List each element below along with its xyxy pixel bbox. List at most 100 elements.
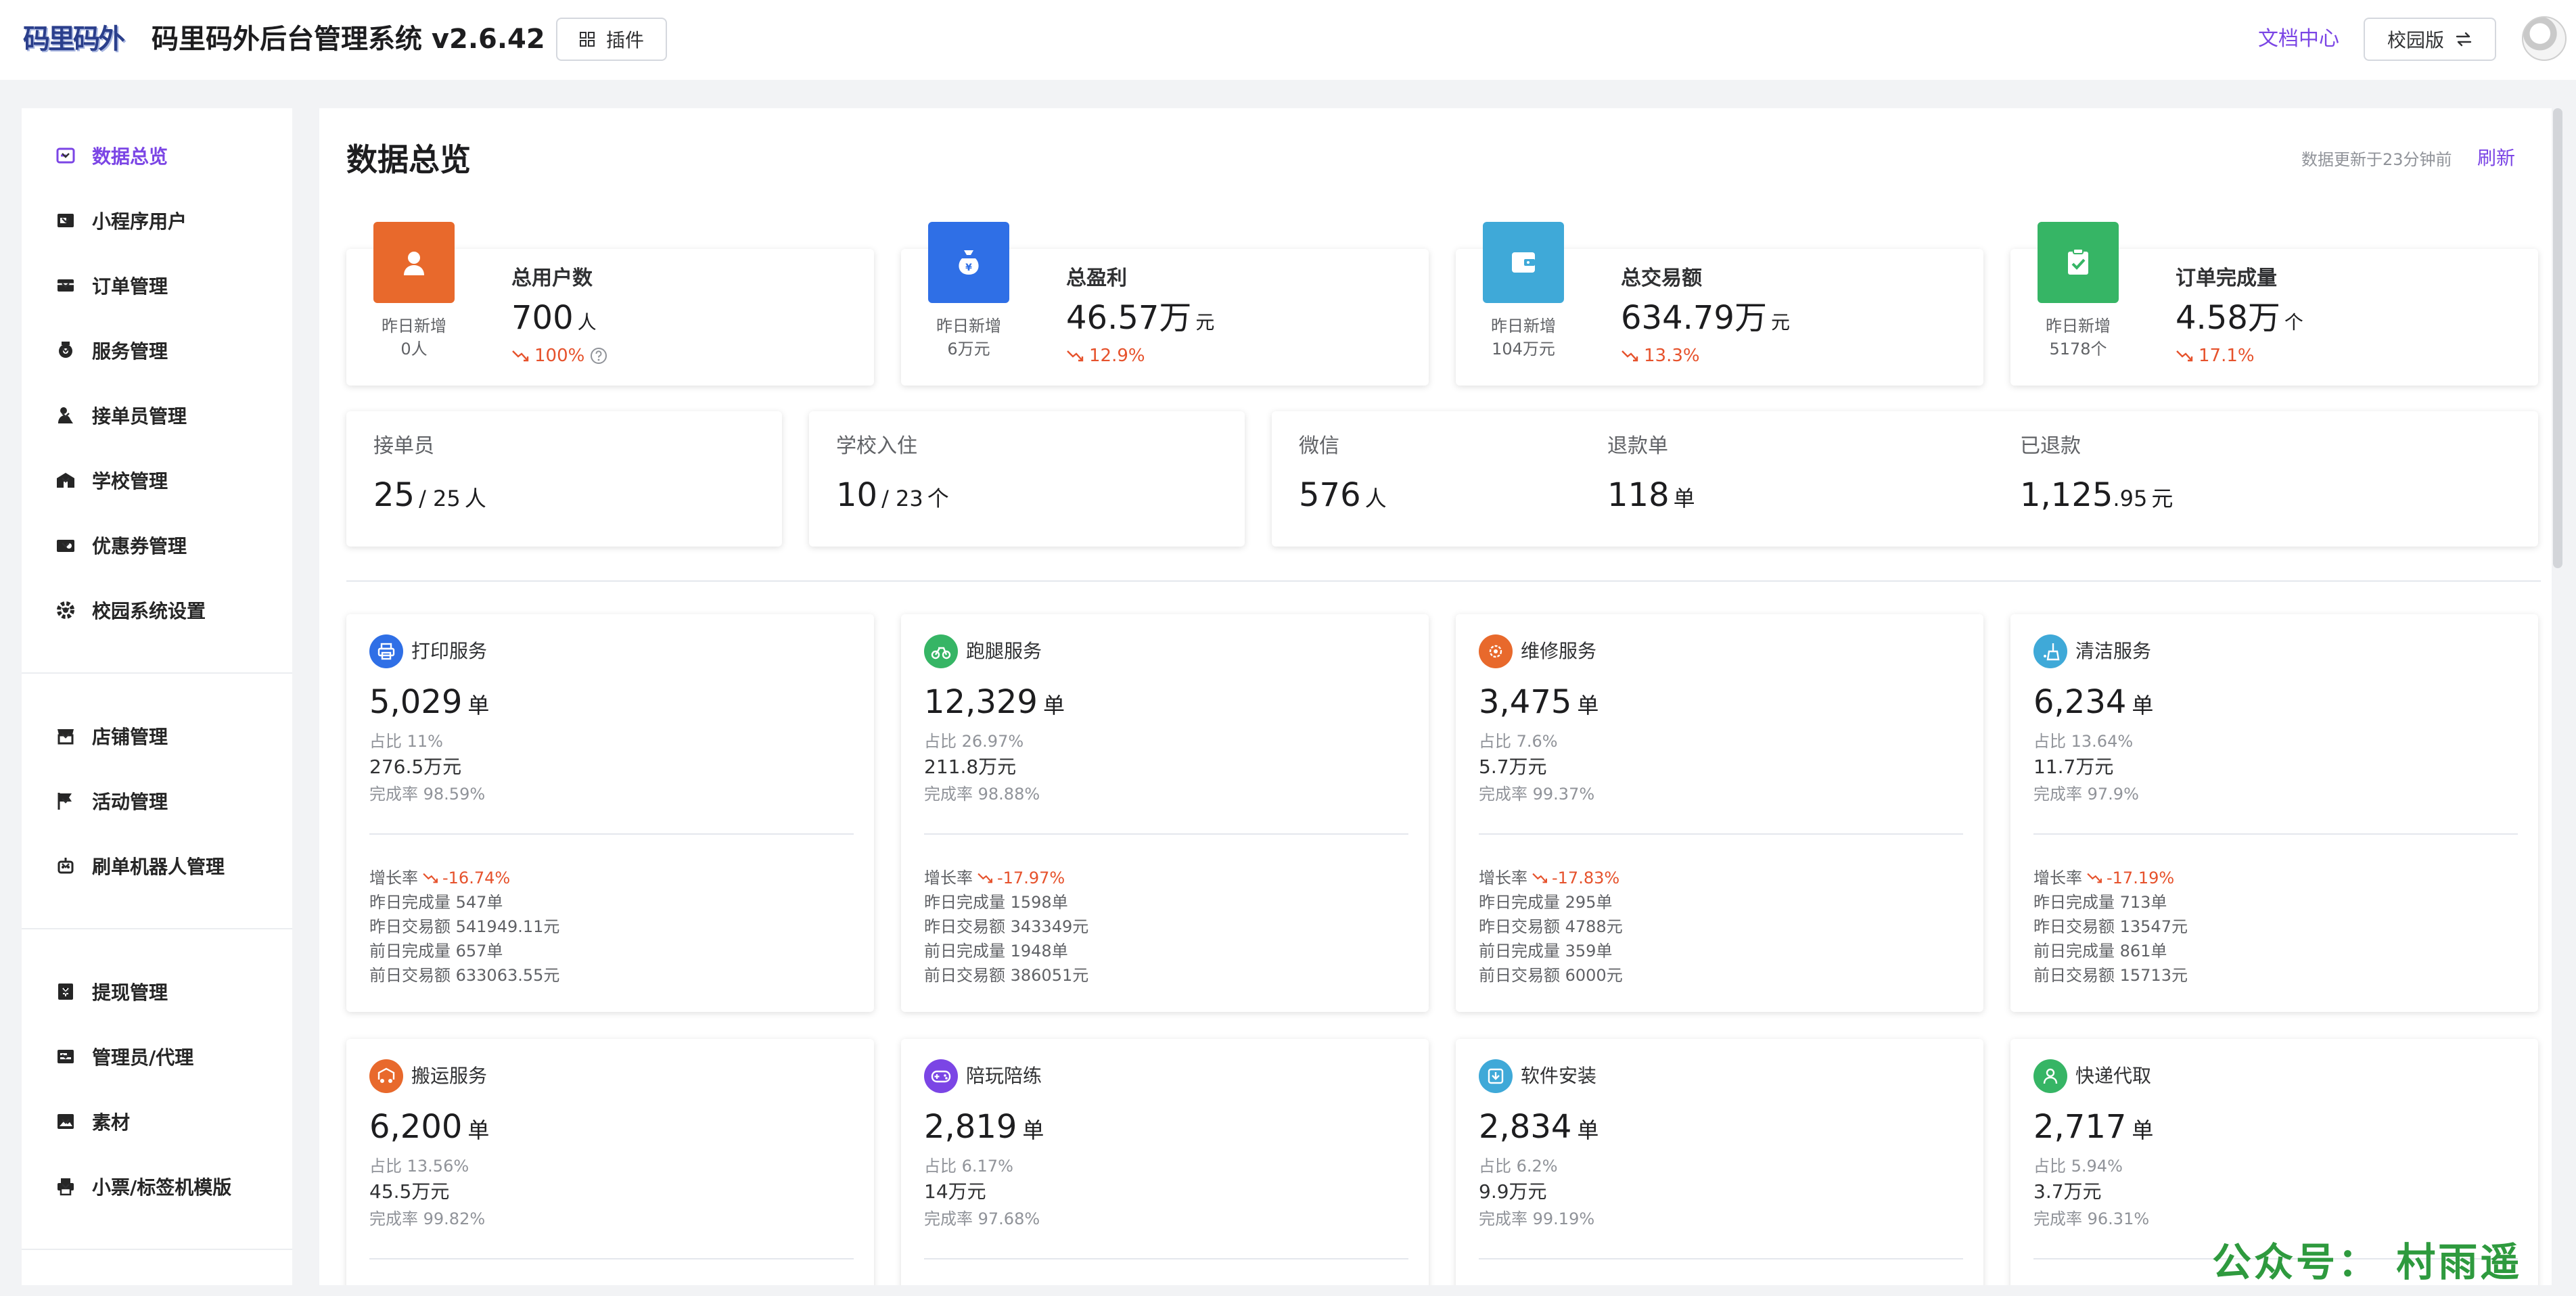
metric-number: 576	[1299, 476, 1361, 514]
stat-unit: 个	[2284, 311, 2303, 333]
updated-time: 数据更新于23分钟前	[2301, 150, 2452, 169]
metric-value: 1,125.95 元	[2020, 473, 2173, 520]
service-count: 5,029 单	[369, 680, 489, 727]
trend-down-icon	[2176, 349, 2193, 363]
growth-value: -17.83%	[1552, 869, 1620, 887]
stat-number: 700	[511, 299, 574, 337]
section-divider	[346, 580, 2541, 582]
trend-down-icon	[977, 872, 993, 884]
service-header: 维修服务	[1479, 634, 1596, 668]
sidebar-item-label: 服务管理	[92, 340, 168, 363]
scrollbar-thumb[interactable]	[2553, 108, 2562, 568]
stat-card-completed-orders: 昨日新增 5178个 订单完成量 4.58万个 17.1%	[2010, 222, 2538, 386]
service-detail: 昨日完成量 713单	[2033, 893, 2167, 912]
refresh-link[interactable]: 刷新	[2477, 145, 2515, 172]
chevron-down-icon	[54, 1175, 77, 1198]
sidebar-divider	[22, 1249, 292, 1250]
stat-trend: 17.1%	[2176, 344, 2255, 368]
sidebar-item-materials[interactable]: 素材	[22, 1089, 292, 1154]
service-completion-rate: 完成率 98.59%	[369, 785, 486, 804]
service-header: 陪玩陪练	[924, 1059, 1042, 1093]
chevron-down-icon	[54, 274, 77, 297]
chevron-down-icon	[54, 854, 77, 877]
metric-number: 118	[1607, 476, 1670, 514]
school-version-button[interactable]: 校园版	[2364, 18, 2496, 61]
metric-unit: 人	[464, 486, 486, 511]
service-divider	[369, 1258, 854, 1259]
service-divider	[1479, 1258, 1963, 1259]
metric-unit: 个	[927, 486, 949, 511]
service-header: 搬运服务	[369, 1059, 487, 1093]
service-completion-rate: 完成率 97.9%	[2033, 785, 2139, 804]
chevron-down-icon	[54, 469, 77, 492]
service-share: 占比 11%	[369, 732, 443, 751]
sidebar-item-schools[interactable]: 学校管理	[22, 448, 292, 513]
service-card-print: 打印服务 5,029 单 占比 11% 276.5万元 完成率 98.59% 增长…	[346, 614, 874, 1012]
service-amount: 45.5万元	[369, 1180, 450, 1203]
service-count: 2,834 单	[1479, 1105, 1598, 1152]
service-share: 占比 13.56%	[369, 1157, 469, 1176]
trend-down-icon	[1621, 349, 1638, 363]
sidebar-item-users[interactable]: 小程序用户	[22, 188, 292, 253]
trend-down-icon	[2086, 872, 2102, 884]
service-amount: 5.7万元	[1479, 756, 1547, 778]
user-avatar[interactable]	[2522, 16, 2567, 61]
service-divider	[924, 833, 1408, 835]
main-scrollbar[interactable]	[2552, 108, 2564, 1285]
sidebar-item-label: 接单员管理	[92, 405, 187, 427]
sidebar-item-admins[interactable]: 管理员/代理	[22, 1024, 292, 1089]
service-detail: 前日完成量 1948单	[924, 942, 1068, 961]
sidebar-item-robots[interactable]: 刷单机器人管理	[22, 833, 292, 898]
growth-label: 增长率	[369, 869, 418, 887]
sidebar-item-services[interactable]: 服务管理	[22, 318, 292, 383]
help-circle-icon[interactable]	[590, 347, 607, 365]
sidebar-item-coupons[interactable]: 优惠券管理	[22, 513, 292, 578]
service-detail: 昨日完成量 295单	[1479, 893, 1613, 912]
service-divider	[924, 1258, 1408, 1259]
metric-number: 1,125	[2020, 476, 2113, 514]
plugin-button[interactable]: 插件	[556, 18, 667, 61]
sidebar-item-orders[interactable]: 订单管理	[22, 253, 292, 318]
sidebar-item-label: 管理员/代理	[92, 1046, 194, 1069]
yesterday-label: 昨日新增	[936, 317, 1001, 335]
service-header: 快递代取	[2033, 1059, 2151, 1093]
sidebar-item-label: 优惠券管理	[92, 535, 187, 557]
stat-number: 634.79万	[1621, 299, 1767, 337]
chevron-down-icon	[54, 789, 77, 812]
sidebar-item-activities[interactable]: 活动管理	[22, 768, 292, 833]
service-count-unit: 单	[1577, 1117, 1599, 1143]
yesterday-value: 5178个	[2049, 340, 2107, 358]
sidebar-item-label: 小票/标签机模版	[92, 1176, 232, 1199]
sidebar-item-settings[interactable]: 校园系统设置	[22, 578, 292, 643]
service-header: 清洁服务	[2033, 634, 2151, 668]
stat-trend: 12.9%	[1066, 344, 1145, 368]
service-header: 软件安装	[1479, 1059, 1596, 1093]
sidebar-item-printer-templates[interactable]: 小票/标签机模版	[22, 1154, 292, 1219]
top-header: 码里码外 码里码外后台管理系统 v2.6.42 插件 文档中心 校园版	[0, 0, 2576, 80]
service-completion-rate: 完成率 99.19%	[1479, 1209, 1595, 1228]
metric-unit: 元	[2151, 486, 2174, 511]
service-name: 陪玩陪练	[966, 1065, 1042, 1087]
service-count-number: 6,234	[2033, 683, 2127, 721]
sidebar-item-shops[interactable]: 店铺管理	[22, 703, 292, 768]
service-card-gaming: 陪玩陪练 2,819 单 占比 6.17% 14万元 完成率 97.68%	[901, 1039, 1429, 1285]
sidebar-item-runners[interactable]: 接单员管理	[22, 383, 292, 448]
metric-value: 118 单	[1607, 473, 1695, 520]
service-detail: 昨日交易额 13547元	[2033, 917, 2188, 936]
service-name: 快递代取	[2075, 1065, 2152, 1087]
docs-link[interactable]: 文档中心	[2258, 24, 2339, 54]
sidebar-item-dashboard[interactable]: 数据总览	[22, 123, 292, 188]
yesterday-label: 昨日新增	[382, 317, 446, 335]
stat-value: 700 人	[511, 296, 597, 344]
chevron-down-icon	[54, 980, 77, 1003]
metric-total: / 25	[419, 486, 461, 511]
sidebar-item-label: 订单管理	[92, 275, 168, 298]
main-content: 数据总览 数据更新于23分钟前 刷新 昨日新增 0人 总用户数 700 人 100…	[319, 108, 2552, 1285]
repair-icon	[1479, 634, 1513, 668]
stat-number: 46.57万	[1066, 299, 1192, 337]
school-version-label: 校园版	[2387, 29, 2444, 51]
sidebar-item-label: 刷单机器人管理	[92, 856, 225, 878]
brand-logo[interactable]: 码里码外	[23, 20, 133, 58]
service-share: 占比 26.97%	[924, 732, 1024, 751]
sidebar-item-withdraw[interactable]: 提现管理	[22, 959, 292, 1024]
